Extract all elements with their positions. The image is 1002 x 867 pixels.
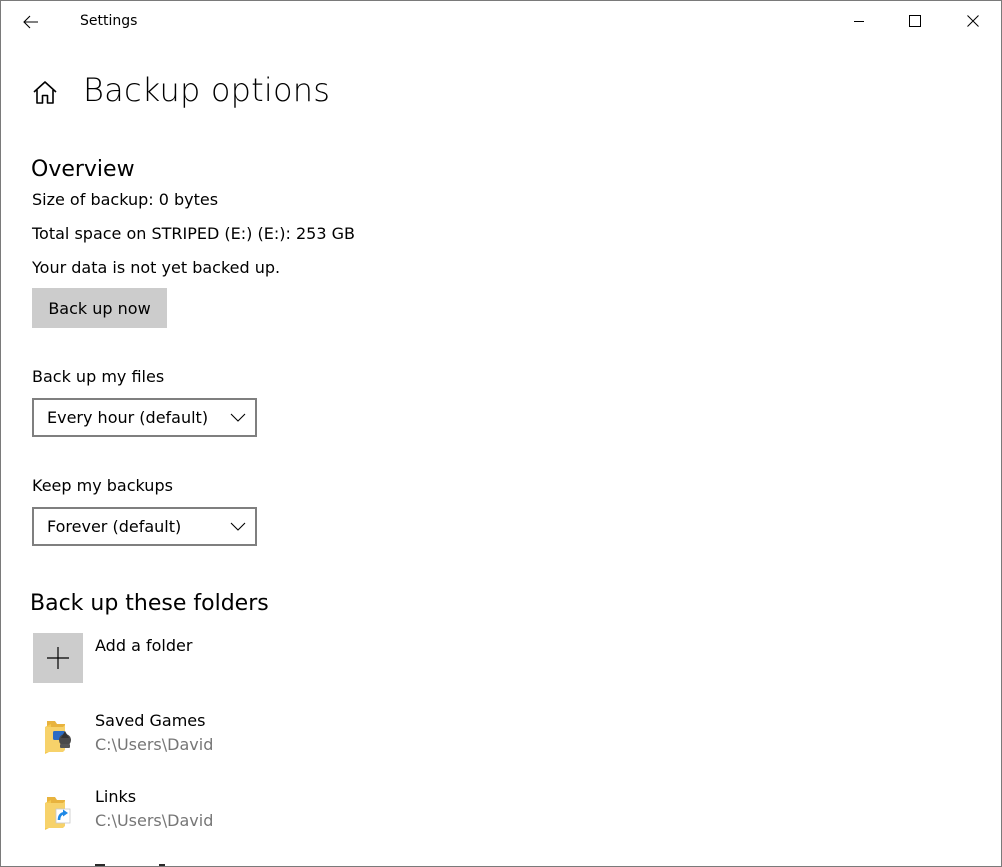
- folder-path: C:\Users\David: [95, 735, 214, 754]
- close-button[interactable]: [950, 1, 996, 41]
- keep-backups-label: Keep my backups: [32, 476, 173, 495]
- links-folder-icon: [45, 797, 71, 830]
- overview-heading: Overview: [31, 157, 135, 182]
- minimize-button[interactable]: [836, 1, 882, 41]
- back-up-now-button[interactable]: Back up now: [32, 288, 167, 328]
- add-folder-label[interactable]: Add a folder: [95, 636, 192, 655]
- folder-item-links[interactable]: Links C:\Users\David: [33, 787, 433, 843]
- minimize-icon: [854, 21, 864, 22]
- folder-name: Saved Games: [95, 711, 206, 730]
- keep-backups-value: Forever (default): [47, 517, 182, 536]
- add-folder-button[interactable]: [33, 633, 83, 683]
- maximize-button[interactable]: [892, 1, 938, 41]
- total-space-text: Total space on STRIPED (E:) (E:): 253 GB: [32, 224, 355, 243]
- maximize-icon: [909, 15, 921, 27]
- chevron-down-icon: [230, 413, 246, 422]
- backup-frequency-label: Back up my files: [32, 367, 165, 386]
- saved-games-folder-icon: [45, 721, 71, 754]
- page-title: Backup options: [83, 71, 331, 109]
- backup-frequency-dropdown[interactable]: Every hour (default): [32, 398, 257, 437]
- back-button[interactable]: [15, 7, 47, 37]
- partial-folder-item: [95, 864, 165, 866]
- backup-frequency-value: Every hour (default): [47, 408, 209, 427]
- keep-backups-dropdown[interactable]: Forever (default): [32, 507, 257, 546]
- plus-icon: [47, 647, 69, 669]
- folder-item-saved-games[interactable]: Saved Games C:\Users\David: [33, 711, 433, 767]
- chevron-down-icon: [230, 522, 246, 531]
- app-title: Settings: [80, 13, 138, 29]
- backup-size-text: Size of backup: 0 bytes: [32, 190, 219, 209]
- folder-path: C:\Users\David: [95, 811, 214, 830]
- folders-heading: Back up these folders: [30, 591, 269, 616]
- back-arrow-icon: [23, 15, 38, 29]
- close-icon: [967, 15, 979, 27]
- home-icon[interactable]: [32, 80, 58, 106]
- backup-status-text: Your data is not yet backed up.: [32, 258, 281, 277]
- title-bar: Settings: [1, 1, 1001, 43]
- settings-window: Settings Backup options Overview Size of…: [0, 0, 1002, 867]
- folder-name: Links: [95, 787, 137, 806]
